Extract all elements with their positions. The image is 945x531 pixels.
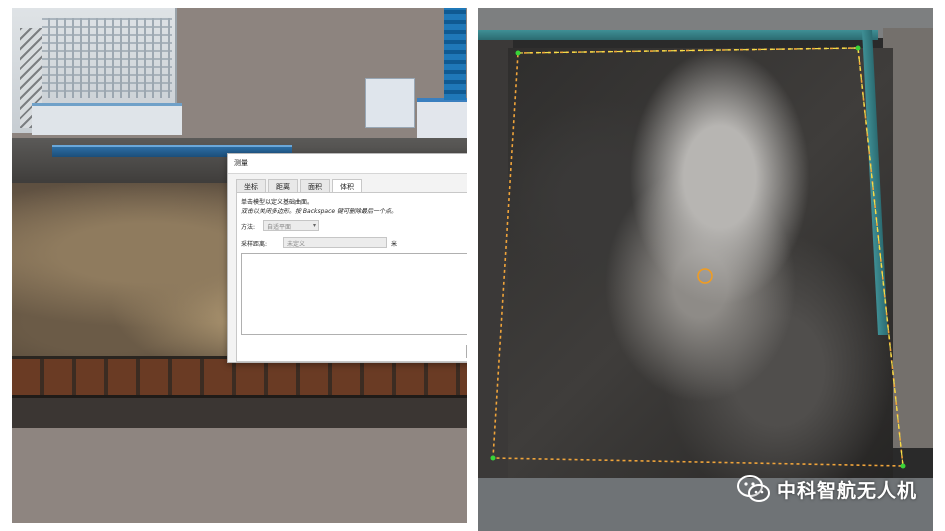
dialog-body: 单击模型以定义基础曲面。 双击以关闭多边形。按 Backspace 键可删除最后…	[236, 192, 467, 362]
sampling-unit: 米	[391, 241, 398, 248]
right-building	[417, 98, 467, 143]
boundary-vertex-top-left[interactable]	[515, 50, 521, 56]
method-select-value: 自适平面	[267, 224, 292, 231]
chevron-down-icon: ▾	[312, 222, 316, 229]
wechat-icon	[736, 475, 770, 502]
sampling-distance-label: 采样距离:	[241, 241, 268, 248]
measurement-dialog[interactable]: 测量 坐标 距离 面积 体积 单击模型以定义基础曲面。 双击以关闭多边形。按 B…	[227, 153, 467, 363]
dialog-title: 测量	[228, 154, 467, 174]
target-circle-icon[interactable]	[697, 268, 713, 284]
low-building	[32, 103, 182, 135]
watermark: 中科智航无人机	[736, 474, 917, 504]
watermark-text: 中科智航无人机	[776, 479, 917, 502]
sampling-distance-input[interactable]: 未定义	[283, 237, 387, 248]
blue-tower	[444, 8, 466, 100]
boundary-vertex-bottom-right[interactable]	[900, 463, 906, 469]
method-label: 方法:	[241, 224, 256, 231]
small-building	[365, 78, 415, 128]
instruction-line-2: 双击以关闭多边形。按 Backspace 键可删除最后一个点。	[241, 208, 397, 215]
model-viewport-left[interactable]: 测量 坐标 距离 面积 体积 单击模型以定义基础曲面。 双击以关闭多边形。按 B…	[12, 8, 467, 523]
method-select[interactable]: 自适平面 ▾	[263, 220, 319, 231]
dark-floor	[12, 398, 467, 428]
orthophoto-viewport-right[interactable]	[478, 8, 933, 531]
building-windows	[42, 18, 172, 98]
volume-boundary-polygon	[492, 47, 904, 467]
instruction-line-1: 单击模型以定义基础曲面。	[241, 199, 314, 206]
boundary-vertex-top-right[interactable]	[855, 45, 861, 51]
measurement-overlay	[490, 45, 906, 469]
boundary-vertex-bottom-left[interactable]	[490, 455, 496, 461]
result-text-area[interactable]	[241, 253, 467, 335]
cancel-button[interactable]: 消	[466, 345, 467, 358]
